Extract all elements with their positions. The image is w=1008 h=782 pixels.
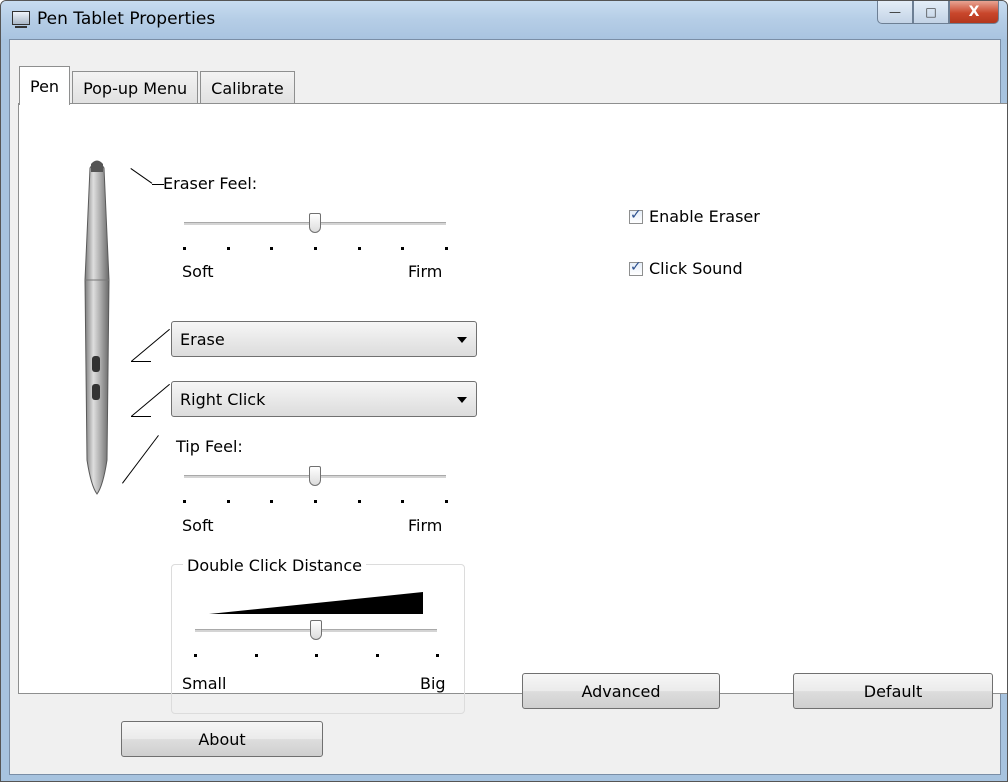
slider-tick [401, 500, 404, 503]
chevron-down-icon [457, 337, 467, 343]
tip-feel-min-label: Soft [182, 516, 214, 535]
minimize-icon: — [889, 5, 901, 19]
tab-popup-menu-label: Pop-up Menu [83, 79, 188, 98]
slider-thumb[interactable] [309, 466, 321, 486]
upper-button-leader-line [131, 328, 170, 362]
eraser-feel-label: Eraser Feel: [163, 174, 258, 193]
checkmark-icon: ✓ [630, 259, 642, 275]
double-click-distance-min-label: Small [182, 674, 227, 693]
enable-eraser-label[interactable]: Enable Eraser [649, 207, 760, 226]
tab-pen-label: Pen [30, 76, 60, 96]
slider-tick [227, 500, 230, 503]
pen-illustration-icon [84, 160, 110, 495]
lower-button-leader-line-h [131, 416, 151, 417]
app-icon [12, 11, 30, 28]
eraser-leader-line [130, 168, 153, 184]
close-icon: X [968, 4, 980, 20]
slider-thumb[interactable] [309, 213, 321, 233]
window-title: Pen Tablet Properties [37, 9, 216, 29]
slider-tick [194, 654, 197, 657]
about-button-label: About [198, 729, 246, 749]
distance-wedge-icon [209, 592, 423, 614]
upper-side-button-value: Erase [180, 330, 225, 349]
default-button[interactable]: Default [793, 673, 993, 709]
pen-tablet-properties-window: Pen Tablet Properties — □ X Pen Pop-up M… [0, 0, 1008, 782]
slider-tick [358, 500, 361, 503]
upper-button-leader-line-h [131, 361, 151, 362]
slider-tick [227, 247, 230, 250]
window-body: Pen Pop-up Menu Calibrate Eraser Feel: S… [9, 39, 1007, 775]
double-click-distance-max-label: Big [420, 674, 446, 693]
close-button[interactable]: X [949, 1, 999, 24]
enable-eraser-checkbox[interactable]: ✓ [629, 207, 643, 224]
slider-tick [270, 247, 273, 250]
tip-leader-line [122, 435, 159, 484]
maximize-button[interactable]: □ [913, 1, 949, 24]
slider-tick [358, 247, 361, 250]
slider-tick [436, 654, 439, 657]
default-button-label: Default [863, 681, 923, 701]
slider-tick [445, 500, 448, 503]
tab-calibrate[interactable]: Calibrate [200, 71, 295, 105]
advanced-button-label: Advanced [581, 681, 661, 701]
double-click-distance-title: Double Click Distance [183, 556, 366, 575]
slider-tick [270, 500, 273, 503]
title-bar[interactable]: Pen Tablet Properties — □ X [1, 1, 1007, 39]
advanced-button[interactable]: Advanced [522, 673, 720, 709]
click-sound-checkbox[interactable]: ✓ [629, 259, 643, 276]
lower-side-button-value: Right Click [180, 390, 266, 409]
slider-tick [255, 654, 258, 657]
checkmark-icon: ✓ [630, 207, 642, 223]
caption-buttons: — □ X [877, 1, 999, 25]
slider-tick [315, 654, 318, 657]
lower-button-leader-line [131, 383, 170, 417]
chevron-down-icon [457, 397, 467, 403]
slider-thumb[interactable] [310, 620, 322, 640]
slider-tick [314, 247, 317, 250]
slider-tick [314, 500, 317, 503]
maximize-icon: □ [925, 5, 937, 19]
tab-calibrate-label: Calibrate [211, 79, 284, 98]
eraser-feel-min-label: Soft [182, 262, 214, 281]
slider-tick [183, 500, 186, 503]
click-sound-label[interactable]: Click Sound [649, 259, 743, 278]
slider-tick [401, 247, 404, 250]
slider-tick [445, 247, 448, 250]
minimize-button[interactable]: — [877, 1, 913, 24]
tip-feel-max-label: Firm [408, 516, 443, 535]
pen-tab-panel: Eraser Feel: Soft Firm Erase Right Click… [18, 103, 1007, 714]
tab-popup-menu[interactable]: Pop-up Menu [72, 71, 199, 105]
slider-tick [183, 247, 186, 250]
tab-pen[interactable]: Pen [19, 66, 71, 105]
about-button[interactable]: About [121, 721, 323, 757]
upper-side-button-dropdown[interactable]: Erase [171, 321, 477, 357]
lower-side-button-dropdown[interactable]: Right Click [171, 381, 477, 417]
tab-strip: Pen Pop-up Menu Calibrate [19, 66, 297, 105]
eraser-feel-max-label: Firm [408, 262, 443, 281]
slider-tick [376, 654, 379, 657]
tip-feel-label: Tip Feel: [176, 437, 243, 456]
